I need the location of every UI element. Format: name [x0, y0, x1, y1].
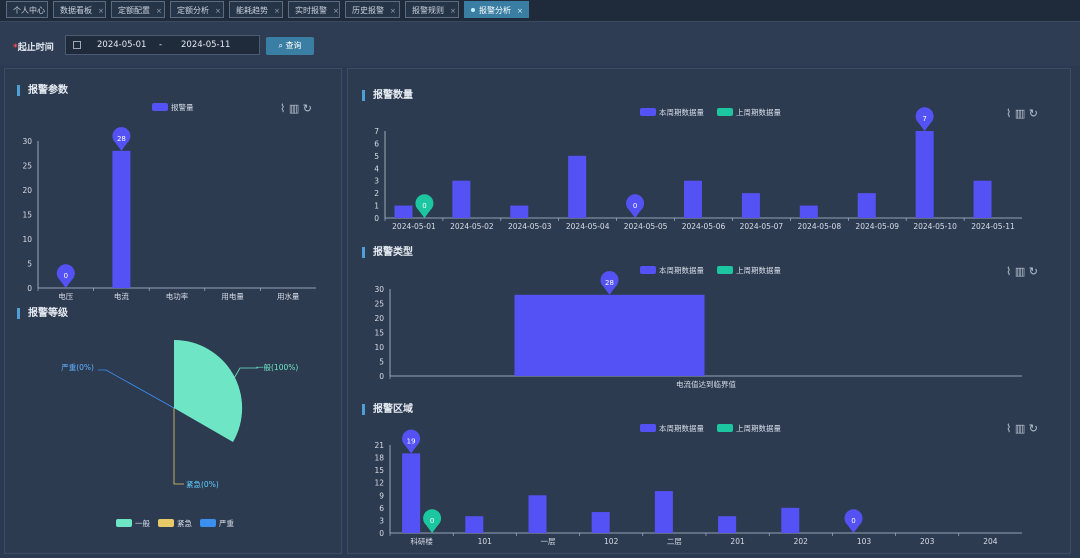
close-icon[interactable]: ×	[333, 7, 339, 15]
tab-label: 个人中心	[13, 6, 45, 15]
refresh-icon[interactable]: ↻	[1029, 422, 1038, 435]
tab-4[interactable]: 定额分析 ×	[170, 1, 224, 18]
close-icon[interactable]: ×	[156, 7, 162, 15]
line-chart-icon[interactable]: ⌇	[1006, 265, 1011, 278]
tab-1[interactable]: 个人中心	[6, 1, 48, 18]
calendar-icon	[73, 41, 81, 49]
tab-8[interactable]: 报警规则 ×	[405, 1, 459, 18]
level-title: 报警等级	[17, 308, 68, 319]
date-separator: -	[159, 40, 163, 50]
start-date[interactable]: 2024-05-01	[97, 40, 146, 50]
tab-6[interactable]: 实时报警 ×	[288, 1, 340, 18]
params-toolbox: ⌇ ▥ ↻	[280, 102, 312, 115]
tab-7[interactable]: 历史报警 ×	[345, 1, 400, 18]
date-range-picker[interactable]: 2024-05-01 - 2024-05-11	[65, 35, 260, 55]
close-icon[interactable]: ×	[390, 7, 396, 15]
date-range-label: *起止时间	[13, 43, 54, 53]
refresh-icon[interactable]: ↻	[303, 102, 312, 115]
params-title: 报警参数	[17, 85, 68, 96]
bar-chart-icon[interactable]: ▥	[1015, 107, 1025, 120]
line-chart-icon[interactable]: ⌇	[280, 102, 285, 115]
tab-2[interactable]: 数据看板 ×	[53, 1, 106, 18]
tab-label: 报警规则	[412, 6, 444, 15]
tab-label: 数据看板	[60, 6, 92, 15]
area-title: 报警区域	[362, 404, 413, 415]
right-panel	[347, 68, 1071, 554]
bar-chart-icon[interactable]: ▥	[289, 102, 299, 115]
tab-9[interactable]: 报警分析 ×	[464, 1, 529, 18]
close-icon[interactable]: ×	[215, 7, 221, 15]
end-date[interactable]: 2024-05-11	[181, 40, 230, 50]
type-toolbox: ⌇ ▥ ↻	[1006, 265, 1038, 278]
type-title: 报警类型	[362, 247, 413, 258]
bar-chart-icon[interactable]: ▥	[1015, 265, 1025, 278]
refresh-icon[interactable]: ↻	[1029, 265, 1038, 278]
tab-bar: 个人中心 数据看板 × 定额配置 × 定额分析 × 能耗趋势 × 实时报警 × 历史报警 × 报警规则 × 报…	[0, 0, 1080, 22]
count-title: 报警数量	[362, 90, 413, 101]
refresh-icon[interactable]: ↻	[1029, 107, 1038, 120]
query-button[interactable]: ⌕ 查询	[266, 37, 314, 55]
tab-label: 实时报警	[295, 6, 327, 15]
tab-5[interactable]: 能耗趋势 ×	[229, 1, 283, 18]
tab-label: 定额分析	[177, 6, 209, 15]
close-icon[interactable]: ×	[517, 7, 523, 15]
area-toolbox: ⌇ ▥ ↻	[1006, 422, 1038, 435]
active-dot-icon	[471, 7, 475, 12]
tab-label: 报警分析	[479, 6, 511, 15]
close-icon[interactable]: ×	[274, 7, 280, 15]
line-chart-icon[interactable]: ⌇	[1006, 107, 1011, 120]
tab-label: 能耗趋势	[236, 6, 268, 15]
tab-label: 定额配置	[118, 6, 150, 15]
close-icon[interactable]: ×	[450, 7, 456, 15]
close-icon[interactable]: ×	[98, 7, 104, 15]
count-toolbox: ⌇ ▥ ↻	[1006, 107, 1038, 120]
bar-chart-icon[interactable]: ▥	[1015, 422, 1025, 435]
tab-3[interactable]: 定额配置 ×	[111, 1, 165, 18]
search-icon: ⌕	[278, 41, 286, 50]
tab-label: 历史报警	[352, 6, 384, 15]
line-chart-icon[interactable]: ⌇	[1006, 422, 1011, 435]
